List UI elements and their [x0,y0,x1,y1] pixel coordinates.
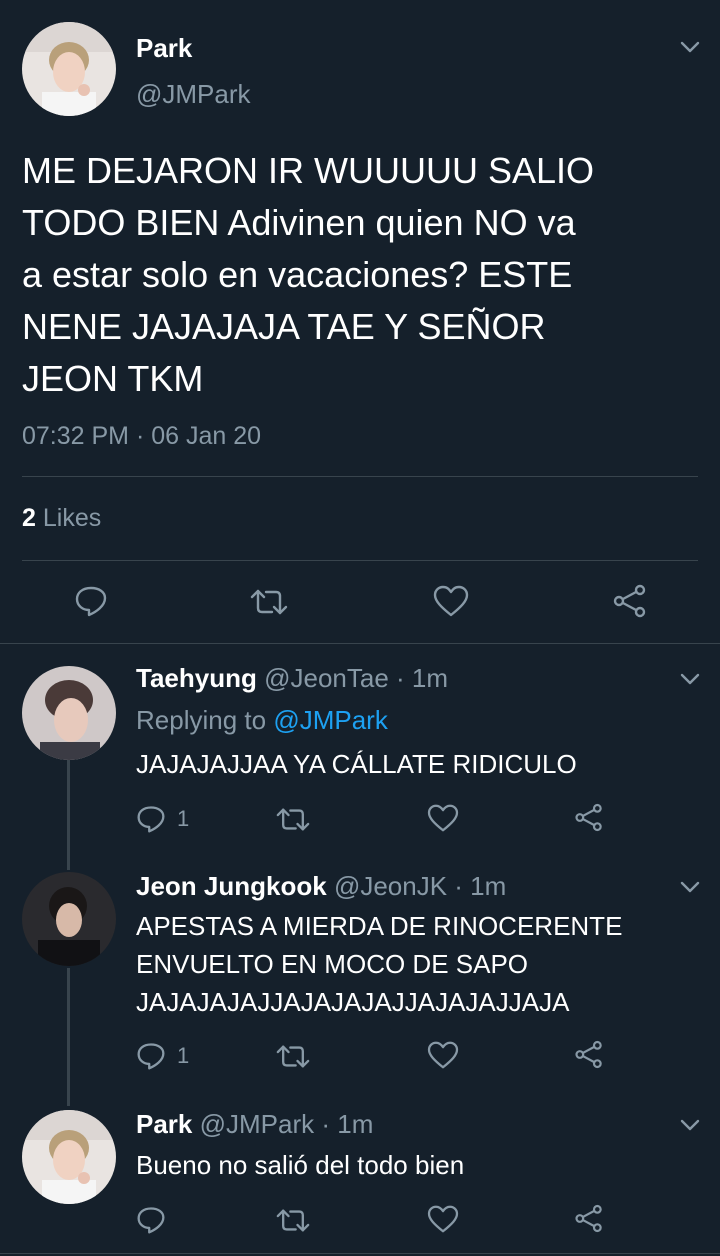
reply-text-line: JAJAJAJJAA YA CÁLLATE RIDICULO [136,749,577,779]
author-handle[interactable]: @JMPark [136,79,251,110]
reply-text: APESTAS A MIERDA DE RINOCERENTE ENVUELTO… [136,907,622,1021]
reply-text: JAJAJAJJAA YA CÁLLATE RIDICULO [136,745,577,783]
tweet-text-line: TODO BIEN Adivinen quien NO va [22,202,576,243]
reply-header: Park @JMPark · 1m [136,1109,373,1140]
reply-header: Taehyung @JeonTae · 1m [136,663,448,694]
likes-count: 2 [22,504,36,532]
replying-to-label: Replying to [136,705,267,735]
reply-time: · 1m [396,663,449,693]
reply-avatar[interactable] [22,872,116,966]
reply-handle[interactable]: @JeonJK [334,871,447,901]
author-avatar[interactable] [22,22,116,116]
retweet-icon[interactable] [276,807,310,832]
likes-label: Likes [42,504,102,532]
heart-icon[interactable] [427,1041,459,1069]
tweet-timestamp: 07:32 PM · 06 Jan 20 [22,422,262,450]
reply-author-name[interactable]: Jeon Jungkook [136,871,327,901]
chevron-down-icon[interactable] [679,40,701,54]
divider [22,560,698,561]
reply-text: Bueno no salió del todo bien [136,1146,464,1184]
reply-count: 1 [177,806,190,831]
reply-handle[interactable]: @JeonTae [264,663,389,693]
retweet-icon[interactable] [276,1044,310,1069]
reply-icon[interactable] [136,1205,166,1235]
reply-text-line: ENVUELTO EN MOCO DE SAPO [136,949,529,979]
tweet-text-line: a estar solo en vacaciones? ESTE [22,254,573,295]
divider [22,476,698,477]
tweet-text-line: JEON TKM [22,358,204,399]
likes-stat[interactable]: 2 Likes [22,504,101,533]
author-name[interactable]: Park [136,33,192,64]
reply-time: · 1m [454,871,507,901]
reply-text-line: APESTAS A MIERDA DE RINOCERENTE [136,911,623,941]
replying-to: Replying to @JMPark [136,705,388,736]
reply-icon[interactable] [136,1041,166,1071]
divider [0,1253,720,1254]
reply-icon[interactable] [74,584,108,618]
reply-avatar[interactable] [22,666,116,760]
tweet-text-line: NENE JAJAJAJA TAE Y SEÑOR [22,306,546,347]
reply-count: 1 [177,1043,190,1068]
reply-icon[interactable] [136,804,166,834]
reply-avatar[interactable] [22,1110,116,1204]
chevron-down-icon[interactable] [679,672,701,686]
tweet-text-line: ME DEJARON IR WUUUUU SALIO [22,150,595,191]
thread-line [67,760,70,870]
tweet-text: ME DEJARON IR WUUUUU SALIO TODO BIEN Adi… [22,145,594,405]
heart-icon[interactable] [433,585,469,617]
reply-author-name[interactable]: Taehyung [136,663,257,693]
reply-text-line: JAJAJAJAJJAJAJAJAJJAJAJAJJAJA [136,987,570,1017]
replying-to-handle[interactable]: @JMPark [273,705,388,735]
share-icon[interactable] [574,1040,604,1069]
reply-text-line: Bueno no salió del todo bien [136,1150,465,1180]
heart-icon[interactable] [427,1205,459,1233]
chevron-down-icon[interactable] [679,1118,701,1132]
heart-icon[interactable] [427,804,459,832]
thread-line [67,968,70,1106]
retweet-icon[interactable] [250,588,288,616]
chevron-down-icon[interactable] [679,880,701,894]
reply-author-name[interactable]: Park [136,1109,192,1139]
share-icon[interactable] [612,584,648,618]
reply-time: · 1m [321,1109,374,1139]
share-icon[interactable] [574,1204,604,1233]
retweet-icon[interactable] [276,1208,310,1233]
reply-header: Jeon Jungkook @JeonJK · 1m [136,871,506,902]
reply-handle[interactable]: @JMPark [200,1109,315,1139]
divider [0,643,720,644]
share-icon[interactable] [574,803,604,832]
